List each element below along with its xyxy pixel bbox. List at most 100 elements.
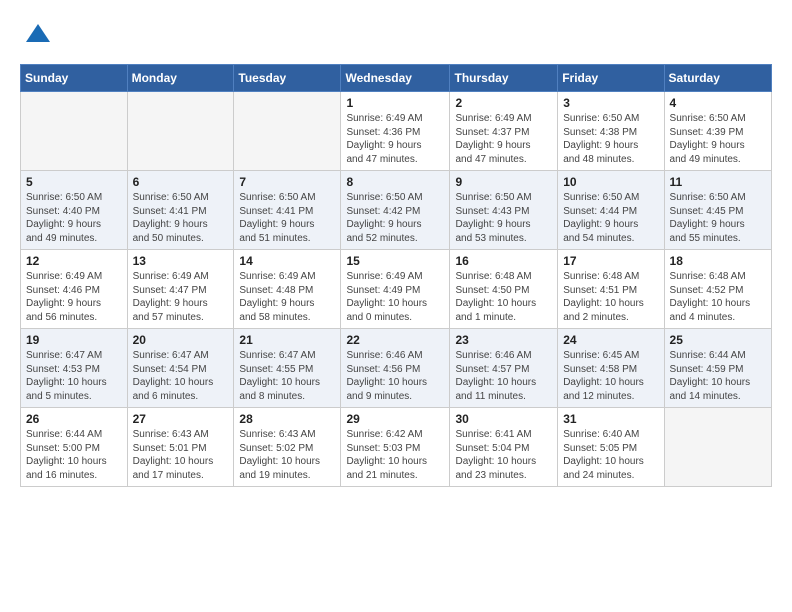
day-info: Sunrise: 6:45 AM Sunset: 4:58 PM Dayligh… [563,349,658,403]
day-number: 27 [133,412,229,426]
day-number: 26 [26,412,122,426]
day-number: 22 [346,333,444,347]
day-number: 16 [455,254,552,268]
day-info: Sunrise: 6:50 AM Sunset: 4:44 PM Dayligh… [563,191,658,245]
calendar-cell [234,92,341,171]
day-number: 23 [455,333,552,347]
day-info: Sunrise: 6:46 AM Sunset: 4:56 PM Dayligh… [346,349,444,403]
day-number: 14 [239,254,335,268]
day-number: 15 [346,254,444,268]
day-info: Sunrise: 6:42 AM Sunset: 5:03 PM Dayligh… [346,428,444,482]
day-info: Sunrise: 6:47 AM Sunset: 4:55 PM Dayligh… [239,349,335,403]
calendar-week-row: 1 Sunrise: 6:49 AM Sunset: 4:36 PM Daylig… [21,92,772,171]
day-number: 18 [670,254,766,268]
day-info: Sunrise: 6:41 AM Sunset: 5:04 PM Dayligh… [455,428,552,482]
day-number: 30 [455,412,552,426]
day-info: Sunrise: 6:43 AM Sunset: 5:01 PM Dayligh… [133,428,229,482]
calendar-week-row: 19 Sunrise: 6:47 AM Sunset: 4:53 PM Dayli… [21,329,772,408]
calendar-cell: 19 Sunrise: 6:47 AM Sunset: 4:53 PM Dayli… [21,329,128,408]
calendar-cell: 6 Sunrise: 6:50 AM Sunset: 4:41 PM Daylig… [127,171,234,250]
calendar-cell: 25 Sunrise: 6:44 AM Sunset: 4:59 PM Dayli… [664,329,771,408]
calendar-cell: 5Sunrise: 6:50 AM Sunset: 4:40 PM Daylig… [21,171,128,250]
calendar-cell [664,408,771,487]
header-saturday: Saturday [664,65,771,92]
calendar-cell: 23 Sunrise: 6:46 AM Sunset: 4:57 PM Dayli… [450,329,558,408]
calendar-cell [127,92,234,171]
day-info: Sunrise: 6:50 AM Sunset: 4:41 PM Dayligh… [239,191,335,245]
calendar-header-row: SundayMondayTuesdayWednesdayThursdayFrid… [21,65,772,92]
calendar-cell: 12Sunrise: 6:49 AM Sunset: 4:46 PM Dayli… [21,250,128,329]
day-info: Sunrise: 6:50 AM Sunset: 4:42 PM Dayligh… [346,191,444,245]
day-number: 2 [455,96,552,110]
calendar-cell: 1 Sunrise: 6:49 AM Sunset: 4:36 PM Daylig… [341,92,450,171]
calendar-cell: 18Sunrise: 6:48 AM Sunset: 4:52 PM Dayli… [664,250,771,329]
page-header [20,20,772,48]
day-number: 5 [26,175,122,189]
day-info: Sunrise: 6:43 AM Sunset: 5:02 PM Dayligh… [239,428,335,482]
header-thursday: Thursday [450,65,558,92]
calendar-cell: 24 Sunrise: 6:45 AM Sunset: 4:58 PM Dayli… [558,329,664,408]
day-info: Sunrise: 6:49 AM Sunset: 4:36 PM Dayligh… [346,112,444,166]
day-number: 28 [239,412,335,426]
calendar-week-row: 26Sunrise: 6:44 AM Sunset: 5:00 PM Dayli… [21,408,772,487]
header-tuesday: Tuesday [234,65,341,92]
calendar-cell: 21 Sunrise: 6:47 AM Sunset: 4:55 PM Dayli… [234,329,341,408]
day-info: Sunrise: 6:40 AM Sunset: 5:05 PM Dayligh… [563,428,658,482]
calendar-cell: 20 Sunrise: 6:47 AM Sunset: 4:54 PM Dayli… [127,329,234,408]
day-number: 31 [563,412,658,426]
day-number: 21 [239,333,335,347]
day-info: Sunrise: 6:49 AM Sunset: 4:49 PM Dayligh… [346,270,444,324]
logo [20,20,52,48]
day-number: 17 [563,254,658,268]
calendar-cell: 13 Sunrise: 6:49 AM Sunset: 4:47 PM Dayli… [127,250,234,329]
calendar-cell: 9Sunrise: 6:50 AM Sunset: 4:43 PM Daylig… [450,171,558,250]
day-info: Sunrise: 6:50 AM Sunset: 4:38 PM Dayligh… [563,112,658,166]
day-number: 1 [346,96,444,110]
day-info: Sunrise: 6:47 AM Sunset: 4:54 PM Dayligh… [133,349,229,403]
calendar-cell: 28 Sunrise: 6:43 AM Sunset: 5:02 PM Dayli… [234,408,341,487]
calendar-cell: 11 Sunrise: 6:50 AM Sunset: 4:45 PM Dayli… [664,171,771,250]
header-monday: Monday [127,65,234,92]
day-info: Sunrise: 6:50 AM Sunset: 4:39 PM Dayligh… [670,112,766,166]
calendar-cell: 14Sunrise: 6:49 AM Sunset: 4:48 PM Dayli… [234,250,341,329]
day-info: Sunrise: 6:50 AM Sunset: 4:45 PM Dayligh… [670,191,766,245]
day-number: 12 [26,254,122,268]
calendar-cell: 29 Sunrise: 6:42 AM Sunset: 5:03 PM Dayli… [341,408,450,487]
day-info: Sunrise: 6:49 AM Sunset: 4:47 PM Dayligh… [133,270,229,324]
day-number: 13 [133,254,229,268]
day-info: Sunrise: 6:48 AM Sunset: 4:50 PM Dayligh… [455,270,552,324]
day-number: 29 [346,412,444,426]
calendar-week-row: 5Sunrise: 6:50 AM Sunset: 4:40 PM Daylig… [21,171,772,250]
calendar-cell: 10Sunrise: 6:50 AM Sunset: 4:44 PM Dayli… [558,171,664,250]
calendar-cell: 8 Sunrise: 6:50 AM Sunset: 4:42 PM Daylig… [341,171,450,250]
calendar-cell: 30 Sunrise: 6:41 AM Sunset: 5:04 PM Dayli… [450,408,558,487]
calendar-cell: 31 Sunrise: 6:40 AM Sunset: 5:05 PM Dayli… [558,408,664,487]
day-number: 8 [346,175,444,189]
calendar-cell: 17 Sunrise: 6:48 AM Sunset: 4:51 PM Dayli… [558,250,664,329]
calendar-cell: 27 Sunrise: 6:43 AM Sunset: 5:01 PM Dayli… [127,408,234,487]
day-number: 11 [670,175,766,189]
day-number: 6 [133,175,229,189]
day-number: 19 [26,333,122,347]
day-info: Sunrise: 6:48 AM Sunset: 4:51 PM Dayligh… [563,270,658,324]
header-wednesday: Wednesday [341,65,450,92]
day-info: Sunrise: 6:46 AM Sunset: 4:57 PM Dayligh… [455,349,552,403]
day-number: 24 [563,333,658,347]
day-info: Sunrise: 6:44 AM Sunset: 4:59 PM Dayligh… [670,349,766,403]
day-number: 25 [670,333,766,347]
calendar-cell: 16 Sunrise: 6:48 AM Sunset: 4:50 PM Dayli… [450,250,558,329]
calendar-cell: 22 Sunrise: 6:46 AM Sunset: 4:56 PM Dayli… [341,329,450,408]
calendar-cell: 7 Sunrise: 6:50 AM Sunset: 4:41 PM Daylig… [234,171,341,250]
day-number: 7 [239,175,335,189]
day-number: 20 [133,333,229,347]
day-info: Sunrise: 6:47 AM Sunset: 4:53 PM Dayligh… [26,349,122,403]
calendar-cell: 4Sunrise: 6:50 AM Sunset: 4:39 PM Daylig… [664,92,771,171]
calendar-week-row: 12Sunrise: 6:49 AM Sunset: 4:46 PM Dayli… [21,250,772,329]
calendar-cell: 26Sunrise: 6:44 AM Sunset: 5:00 PM Dayli… [21,408,128,487]
day-info: Sunrise: 6:50 AM Sunset: 4:41 PM Dayligh… [133,191,229,245]
day-number: 3 [563,96,658,110]
header-sunday: Sunday [21,65,128,92]
calendar-cell [21,92,128,171]
calendar-table: SundayMondayTuesdayWednesdayThursdayFrid… [20,64,772,487]
calendar-cell: 3 Sunrise: 6:50 AM Sunset: 4:38 PM Daylig… [558,92,664,171]
